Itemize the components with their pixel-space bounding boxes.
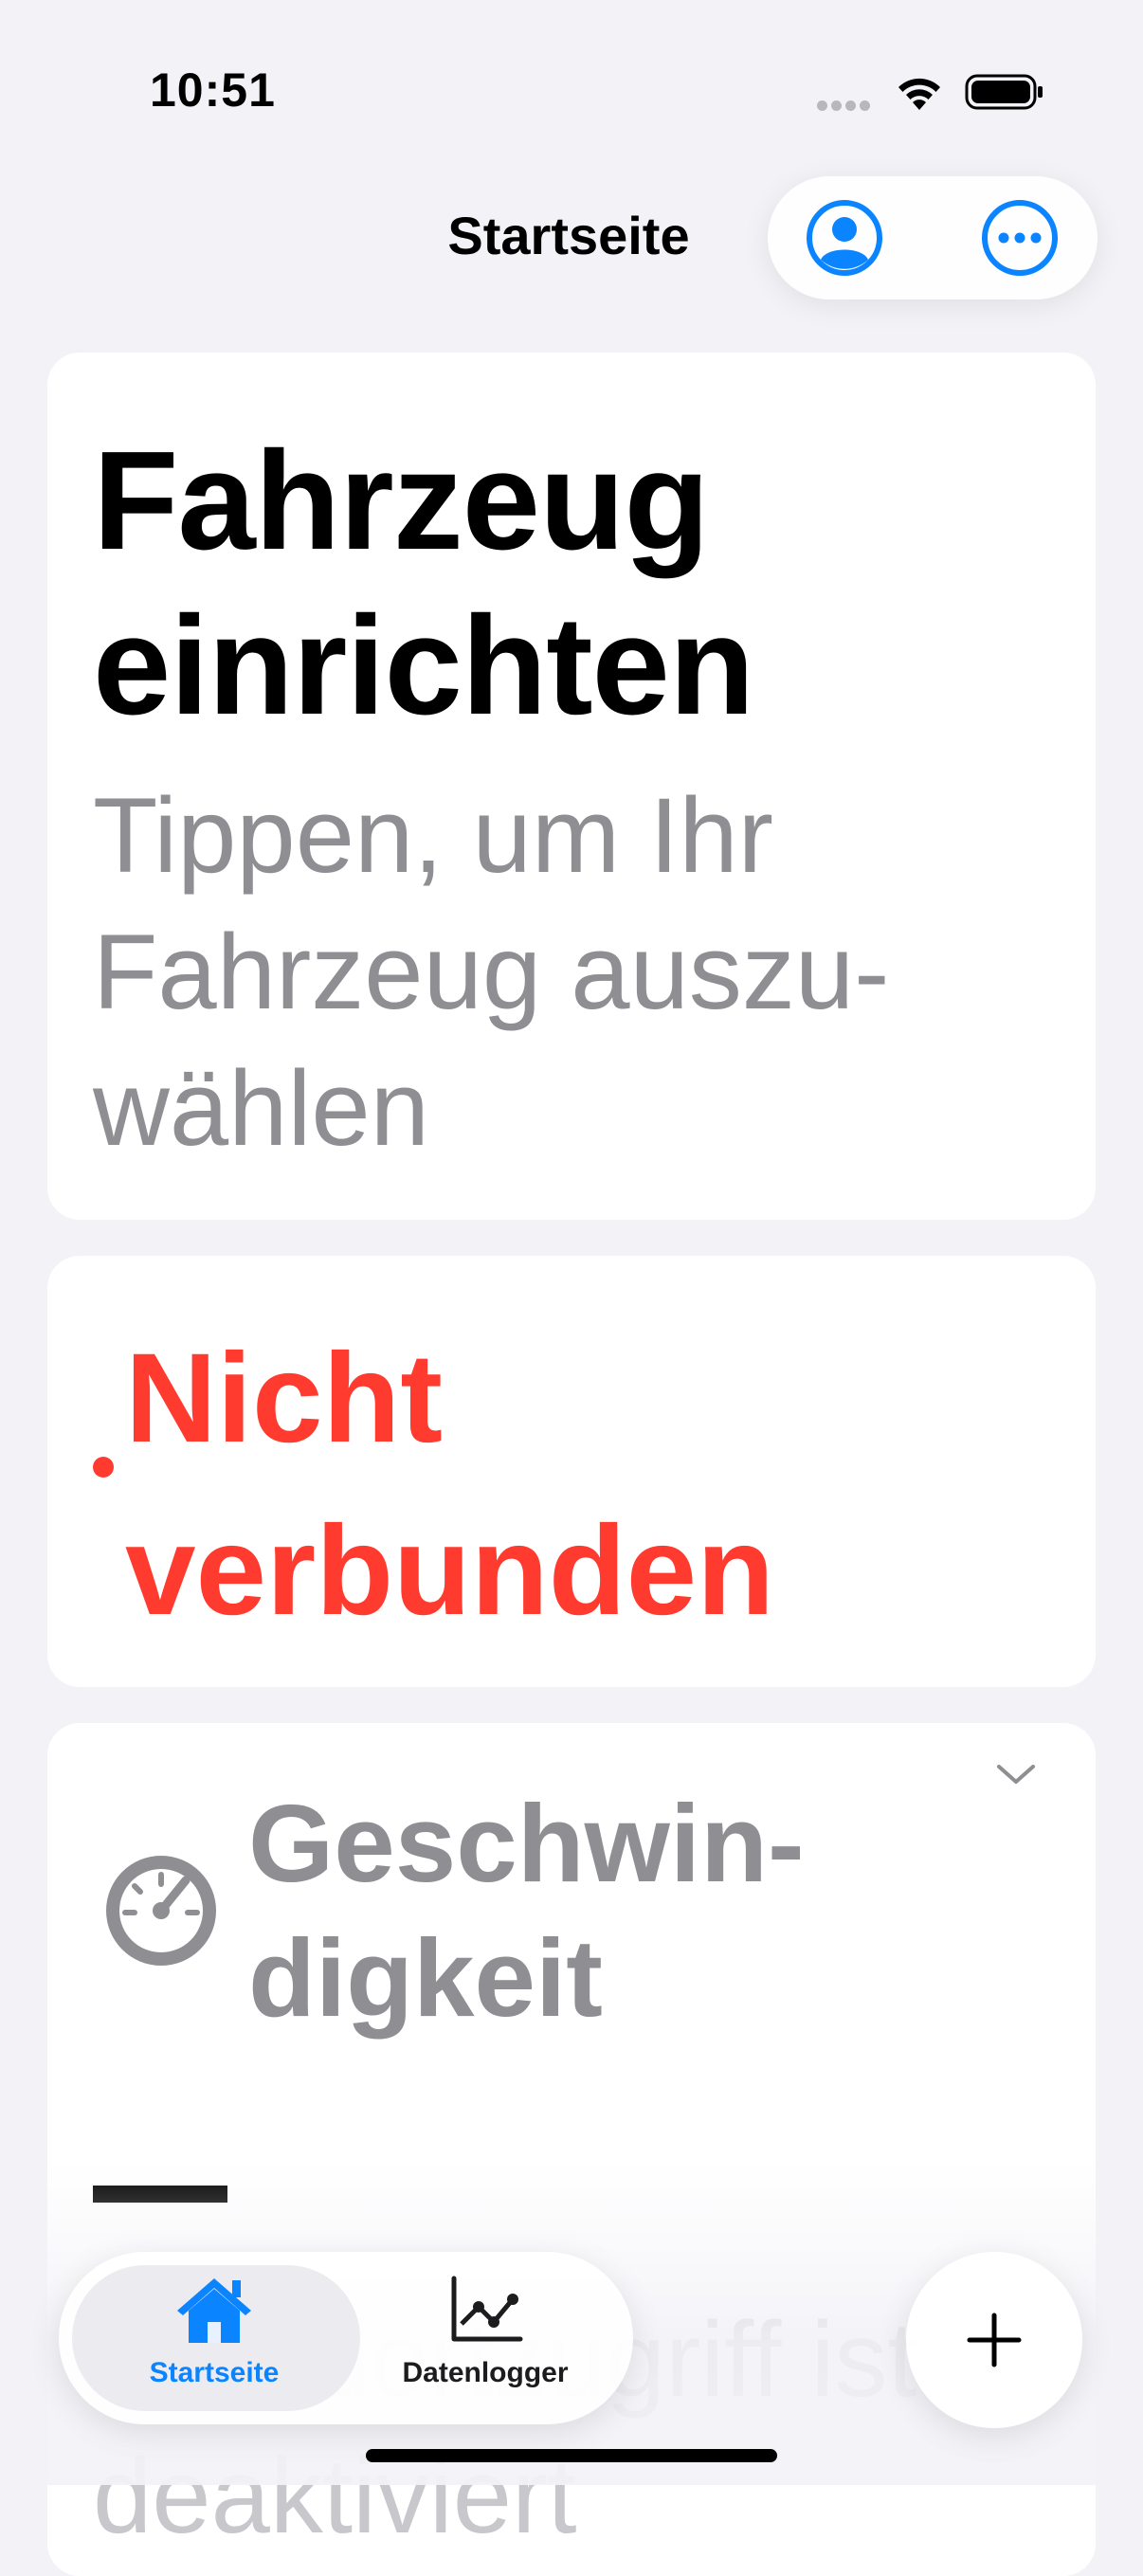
vehicle-setup-card[interactable]: Fahrzeug einrichten Tippen, um Ihr Fahrz… (47, 353, 1096, 1220)
tab-datenlogger-label: Datenlogger (402, 2357, 569, 2388)
nav-actions (768, 176, 1098, 299)
line-chart-icon (451, 2276, 523, 2342)
plus-icon (967, 2313, 1022, 2367)
tab-bar: Startseite Datenlogger (59, 2252, 633, 2424)
vehicle-setup-subtitle: Tippen, um Ihr Fahrzeug auszu- wählen (93, 776, 890, 1168)
status-time: 10:51 (150, 63, 276, 117)
connection-status-text: Nicht verbunden (125, 1328, 774, 1642)
tab-datenlogger[interactable]: Datenlogger (343, 2273, 627, 2389)
cellular-signal-icon (817, 99, 874, 111)
more-button[interactable] (981, 199, 1059, 277)
wifi-icon (898, 78, 940, 110)
speed-title: Geschwin- digkeit (248, 1782, 805, 2040)
add-button[interactable] (906, 2252, 1082, 2428)
tab-startseite[interactable]: Startseite (72, 2273, 356, 2389)
home-indicator (366, 2449, 777, 2462)
chevron-down-icon[interactable] (995, 1761, 1037, 1787)
tab-startseite-label: Startseite (149, 2357, 280, 2388)
connection-status-card[interactable]: Nicht verbunden (47, 1256, 1096, 1687)
vehicle-setup-title: Fahrzeug einrichten (93, 423, 754, 744)
speedometer-icon (106, 1856, 216, 1966)
person-circle-icon (807, 200, 882, 276)
profile-button[interactable] (806, 199, 883, 277)
status-dot (93, 1457, 114, 1478)
battery-icon (965, 74, 1043, 110)
house-icon (177, 2278, 251, 2343)
ellipsis-circle-icon (982, 200, 1058, 276)
